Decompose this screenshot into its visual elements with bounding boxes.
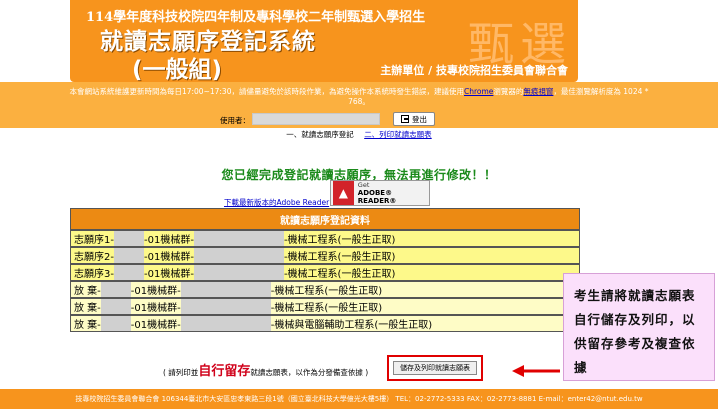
row-group: -01機械群-	[143, 252, 194, 263]
reader-badge-text: Get ADOBE® READER®	[358, 181, 429, 205]
row-label: 放 棄-	[74, 320, 101, 331]
table-row: 放 棄- -01機械群- -機械與電腦輔助工程系(一般生正取)	[70, 315, 580, 332]
step-nav: 一、就讀志願序登記 二、列印就讀志願表	[0, 129, 718, 140]
masked-school-code	[100, 299, 131, 314]
masked-school-code	[100, 316, 131, 331]
header-banner: 甄選 114學年度科技校院四年制及專科學校二年制甄選入學招生 就讀志願序登記系統…	[70, 0, 578, 82]
table-row: 志願序1- -01機械群- -機械工程系(一般生正取)	[70, 230, 580, 247]
row-label: 志願序3-	[74, 269, 114, 280]
step-print[interactable]: 二、列印就讀志願表	[364, 130, 432, 139]
adobe-reader-link[interactable]: 下載最新版本的Adobe Reader	[224, 197, 329, 208]
step-register[interactable]: 一、就讀志願序登記	[286, 130, 354, 139]
masked-school-code	[100, 282, 131, 297]
logout-icon	[401, 115, 409, 123]
masked-school-name	[193, 248, 284, 263]
table-row: 志願序3- -01機械群- -機械工程系(一般生正取)	[70, 264, 580, 281]
save-hint-emphasis: 自行留存	[198, 364, 251, 379]
logout-button[interactable]: 登出	[393, 112, 435, 126]
save-button-highlight: 儲存及列印就讀志願表	[387, 355, 483, 381]
table-row: 志願序2- -01機械群- -機械工程系(一般生正取)	[70, 247, 580, 264]
user-row: 使用者： 登出	[0, 112, 718, 128]
save-hint: ( 請列印並自行留存就讀志願表，以作為分發備查依據 )	[163, 360, 368, 379]
adobe-reader-badge[interactable]: ▲ Get ADOBE® READER®	[330, 180, 430, 206]
row-label: 志願序1-	[74, 235, 114, 246]
notice-line2: 768。	[348, 97, 370, 106]
incognito-link[interactable]: 無痕視窗	[523, 87, 553, 96]
notice-text-mid: 瀏覽器的	[493, 87, 524, 96]
page-title-group: (一般組)	[132, 57, 223, 82]
reader-get: Get	[357, 181, 370, 189]
row-group: -01機械群-	[130, 286, 181, 297]
table-row: 放 棄- -01機械群- -機械工程系(一般生正取)	[70, 281, 580, 298]
masked-school-code	[113, 231, 144, 246]
masked-school-code	[113, 248, 144, 263]
row-department: -機械工程系(一般生正取)	[283, 269, 396, 280]
row-department: -機械工程系(一般生正取)	[270, 303, 383, 314]
masked-school-name	[193, 265, 284, 280]
masked-school-name	[193, 231, 284, 246]
table-header: 就讀志願序登記資料	[70, 208, 580, 230]
table-row: 放 棄- -01機械群- -機械工程系(一般生正取)	[70, 298, 580, 315]
save-print-button[interactable]: 儲存及列印就讀志願表	[393, 361, 477, 375]
row-department: -機械工程系(一般生正取)	[270, 286, 383, 297]
row-department: -機械工程系(一般生正取)	[283, 235, 396, 246]
row-label: 放 棄-	[74, 286, 101, 297]
row-group: -01機械群-	[130, 303, 181, 314]
masked-school-name	[180, 299, 271, 314]
chrome-link[interactable]: Chrome	[464, 87, 493, 96]
row-group: -01機械群-	[143, 235, 194, 246]
masked-school-code	[113, 265, 144, 280]
organizer-label: 主辦單位 / 技專校院招生委員會聯合會	[380, 64, 568, 77]
pdf-icon: ▲	[333, 181, 354, 205]
row-department: -機械與電腦輔助工程系(一般生正取)	[270, 320, 433, 331]
notice-text: 本會網站系統維護更新時間為每日17:00~17:30，請儘量避免於該時段作業，為…	[69, 87, 464, 96]
user-label: 使用者：	[220, 116, 250, 125]
footer: 技專校院招生委員會聯合會 106344臺北市大安區忠孝東路三段1號（國立臺北科技…	[0, 389, 718, 409]
save-hint-post: 就讀志願表，以作為分發備查依據 )	[250, 368, 369, 377]
masked-school-name	[180, 316, 271, 331]
row-group: -01機械群-	[130, 320, 181, 331]
notice-text-post: ，最佳瀏覽解析度為 1024 *	[553, 87, 649, 96]
user-name-masked	[252, 113, 380, 125]
save-hint-pre: ( 請列印並	[163, 368, 199, 377]
row-department: -機械工程系(一般生正取)	[283, 252, 396, 263]
row-group: -01機械群-	[143, 269, 194, 280]
row-label: 放 棄-	[74, 303, 101, 314]
arrow-left-icon	[512, 365, 560, 377]
masked-school-name	[180, 282, 271, 297]
instruction-callout: 考生請將就讀志願表自行儲存及列印，以供留存參考及複查依據	[563, 273, 715, 381]
row-label: 志願序2-	[74, 252, 114, 263]
reader-name: ADOBE® READER®	[357, 189, 397, 205]
logout-label: 登出	[412, 114, 427, 124]
